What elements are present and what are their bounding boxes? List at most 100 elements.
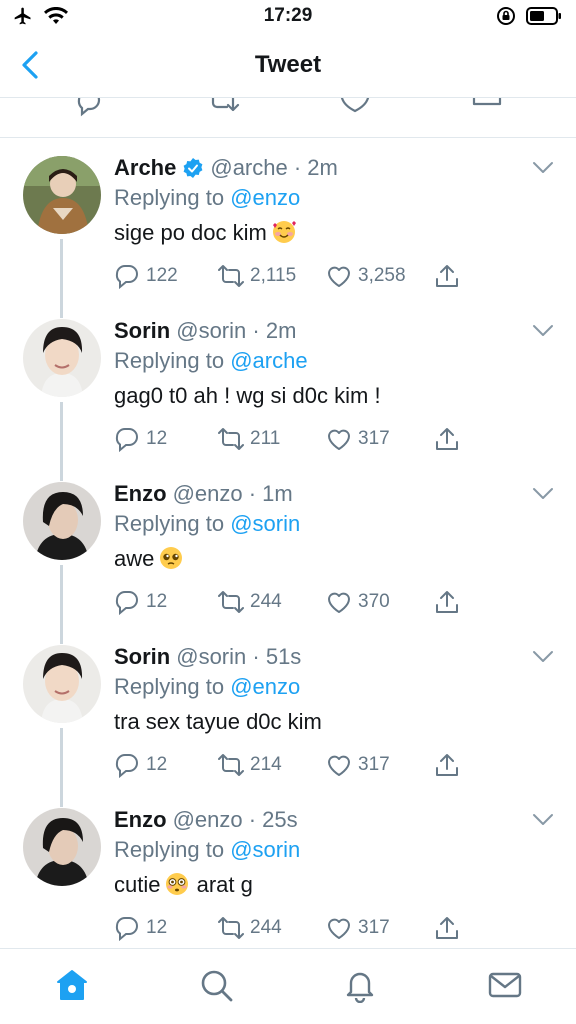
reply-tweet[interactable]: Enzo @enzo · 25s Replying to @sorin cuti… xyxy=(0,791,576,954)
share-button[interactable] xyxy=(434,424,460,454)
handle: @sorin xyxy=(176,644,247,669)
reply-icon xyxy=(115,917,138,941)
retweet-button[interactable]: 244 xyxy=(218,587,282,617)
retweet-icon xyxy=(218,265,244,287)
tab-notifications[interactable] xyxy=(342,967,378,1004)
share-icon xyxy=(436,754,458,776)
avatar[interactable] xyxy=(23,808,101,886)
like-icon[interactable] xyxy=(340,98,370,118)
separator-dot: · xyxy=(246,318,266,343)
display-name[interactable]: Enzo xyxy=(114,481,167,507)
reply-tweet[interactable]: Sorin @sorin · 51s Replying to @enzo tra… xyxy=(0,628,576,807)
chevron-down-icon[interactable] xyxy=(532,324,554,338)
search-icon xyxy=(201,970,233,1002)
retweet-icon xyxy=(218,428,244,450)
page-title: Tweet xyxy=(254,51,322,78)
retweet-icon xyxy=(218,754,244,776)
home-icon xyxy=(57,970,87,1000)
like-button[interactable]: 3,258 xyxy=(326,261,406,291)
reply-tweet[interactable]: Sorin @sorin · 2m Replying to @arche gag… xyxy=(0,302,576,481)
tweet-header: Enzo @enzo · 1m xyxy=(114,481,293,507)
retweet-button[interactable]: 244 xyxy=(218,913,282,943)
status-time: 17:29 xyxy=(263,5,313,26)
mention-link[interactable]: @enzo xyxy=(230,674,300,699)
chevron-down-icon[interactable] xyxy=(532,813,554,827)
share-button[interactable] xyxy=(434,750,460,780)
chevron-down-icon[interactable] xyxy=(532,650,554,664)
display-name[interactable]: Arche xyxy=(114,155,176,181)
reply-icon xyxy=(115,754,138,778)
share-button[interactable] xyxy=(434,913,460,943)
reply-button[interactable]: 122 xyxy=(114,261,178,291)
share-icon[interactable] xyxy=(472,98,502,118)
display-name[interactable]: Sorin xyxy=(114,644,170,670)
like-count: 317 xyxy=(358,917,390,938)
avatar[interactable] xyxy=(23,482,101,560)
like-button[interactable]: 370 xyxy=(326,587,390,617)
display-name[interactable]: Enzo xyxy=(114,807,167,833)
mention-link[interactable]: @sorin xyxy=(230,837,300,862)
mention-link[interactable]: @sorin xyxy=(230,511,300,536)
flushed-face-emoji-icon xyxy=(166,873,189,895)
share-button[interactable] xyxy=(434,261,460,291)
like-button[interactable]: 317 xyxy=(326,913,390,943)
tweet-text-content: tra sex tayue d0c kim xyxy=(114,709,322,734)
retweet-icon xyxy=(218,591,244,613)
reply-count: 12 xyxy=(146,917,168,938)
chevron-down-icon[interactable] xyxy=(532,161,554,175)
tweet-text-content: gag0 t0 ah ! wg si d0c kim ! xyxy=(114,383,381,408)
reply-button[interactable]: 12 xyxy=(114,424,167,454)
separator-dot: · xyxy=(246,644,266,669)
reply-count: 12 xyxy=(146,428,168,449)
timestamp: 2m xyxy=(265,318,297,343)
tab-messages[interactable] xyxy=(487,967,523,1003)
timestamp: 25s xyxy=(262,807,298,832)
replying-label: Replying to xyxy=(114,674,225,699)
tweet-actions: 12 211 317 xyxy=(114,424,474,454)
retweet-button[interactable]: 214 xyxy=(218,750,282,780)
like-icon xyxy=(328,755,350,776)
share-icon xyxy=(436,591,458,613)
replying-to: Replying to @enzo xyxy=(114,674,300,700)
handle: @sorin xyxy=(176,318,247,343)
verified-badge-icon xyxy=(183,158,203,178)
avatar[interactable] xyxy=(23,645,101,723)
reply-button[interactable]: 12 xyxy=(114,750,167,780)
retweet-icon[interactable] xyxy=(210,98,240,118)
like-icon xyxy=(328,918,350,939)
share-icon xyxy=(436,428,458,450)
tab-bar xyxy=(0,948,576,1024)
retweet-button[interactable]: 211 xyxy=(218,424,280,454)
reply-button[interactable]: 12 xyxy=(114,913,167,943)
retweet-count: 211 xyxy=(250,428,281,449)
retweet-count: 214 xyxy=(250,754,282,775)
retweet-button[interactable]: 2,115 xyxy=(218,261,296,291)
tweet-text-content: awe xyxy=(114,546,155,571)
reply-icon xyxy=(115,591,138,615)
chevron-down-icon[interactable] xyxy=(532,487,554,501)
mention-link[interactable]: @enzo xyxy=(230,185,300,210)
avatar[interactable] xyxy=(23,156,101,234)
tweet-text: sige po doc kim xyxy=(114,219,297,247)
tweet-header: Enzo @enzo · 25s xyxy=(114,807,298,833)
reply-button[interactable]: 12 xyxy=(114,587,167,617)
mention-link[interactable]: @arche xyxy=(230,348,307,373)
avatar[interactable] xyxy=(23,319,101,397)
like-count: 317 xyxy=(358,428,390,449)
reply-count: 12 xyxy=(146,754,168,775)
tab-home[interactable] xyxy=(54,967,90,1003)
like-button[interactable]: 317 xyxy=(326,750,390,780)
replying-label: Replying to xyxy=(114,511,225,536)
reply-tweet[interactable]: Enzo @enzo · 1m Replying to @sorin awe 1… xyxy=(0,465,576,644)
display-name[interactable]: Sorin xyxy=(114,318,170,344)
tweet-header: Sorin @sorin · 2m xyxy=(114,318,296,344)
messages-icon xyxy=(488,972,522,998)
tab-search[interactable] xyxy=(198,967,234,1003)
reply-icon[interactable] xyxy=(74,98,104,118)
tweet-header: Sorin @sorin · 51s xyxy=(114,644,301,670)
tweet-text-content: sige po doc kim xyxy=(114,220,267,245)
reply-tweet[interactable]: Arche @arche · 2m Replying to @enzo sige… xyxy=(0,139,576,318)
status-bar: 17:29 xyxy=(0,0,576,34)
like-button[interactable]: 317 xyxy=(326,424,390,454)
share-button[interactable] xyxy=(434,587,460,617)
